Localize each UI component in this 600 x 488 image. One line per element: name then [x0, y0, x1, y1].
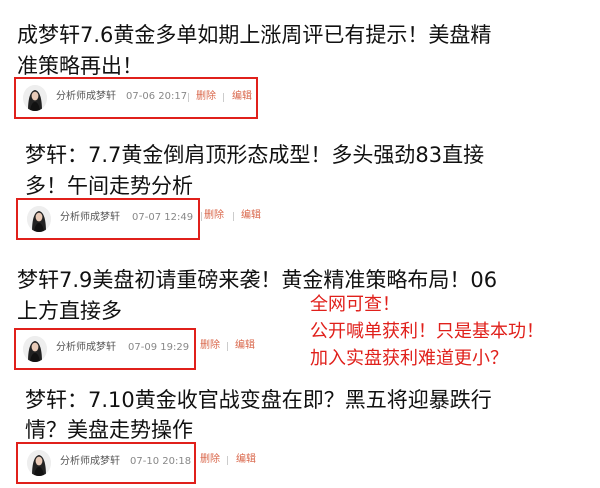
- author-avatar: [27, 206, 51, 232]
- annotation-line3: 加入实盘获利难道更小？: [310, 348, 508, 369]
- delete-button[interactable]: 删除: [200, 453, 220, 467]
- post-time: 07-10 20:18: [130, 456, 192, 467]
- meta-divider: [227, 342, 228, 351]
- delete-button[interactable]: 删除: [204, 209, 224, 223]
- meta-divider: [223, 93, 224, 102]
- post-time: 07-06 20:17: [126, 91, 188, 102]
- delete-button[interactable]: 删除: [196, 90, 216, 104]
- post-title-line2[interactable]: 上方直接多: [17, 297, 122, 326]
- author-name[interactable]: 分析师成梦轩: [60, 455, 120, 469]
- promo-annotation: 全网可查！ 公开喊单获利！只是基本功！ 加入实盘获利难道更小？: [310, 291, 600, 372]
- post-title-line1[interactable]: 成梦轩7.6黄金多单如期上涨周评已有提示！美盘精: [17, 21, 491, 50]
- meta-divider: [201, 212, 202, 221]
- edit-button[interactable]: 编辑: [241, 209, 261, 223]
- edit-button[interactable]: 编辑: [235, 339, 255, 353]
- post-title-line2[interactable]: 情？美盘走势操作: [25, 416, 193, 445]
- post-meta-highlight: 分析师成梦轩 07-06 20:17 删除 编辑: [14, 77, 258, 119]
- post-time: 07-09 19:29: [128, 342, 190, 353]
- author-name[interactable]: 分析师成梦轩: [56, 90, 116, 104]
- edit-button[interactable]: 编辑: [236, 453, 256, 467]
- annotation-line1: 全网可查！: [310, 294, 400, 315]
- author-name[interactable]: 分析师成梦轩: [56, 341, 116, 355]
- post-time: 07-07 12:49: [132, 212, 194, 223]
- annotation-line2: 公开喊单获利！只是基本功！: [310, 321, 544, 342]
- author-name[interactable]: 分析师成梦轩: [60, 211, 120, 225]
- post-title-line1[interactable]: 梦轩：7.10黄金收官战变盘在即？黑五将迎暴跌行: [25, 386, 492, 415]
- author-avatar: [27, 450, 51, 476]
- author-avatar: [23, 85, 47, 111]
- meta-divider: [227, 456, 228, 465]
- post-meta-highlight: 分析师成梦轩 07-07 12:49: [16, 198, 200, 240]
- post-meta-highlight: 分析师成梦轩 07-10 20:18: [16, 442, 196, 484]
- meta-divider: [188, 93, 189, 102]
- post-title-line2[interactable]: 多！午间走势分析: [25, 172, 193, 201]
- edit-button[interactable]: 编辑: [232, 90, 252, 104]
- post-meta-highlight: 分析师成梦轩 07-09 19:29: [14, 328, 196, 370]
- post-title-line1[interactable]: 梦轩：7.7黄金倒肩顶形态成型！多头强劲83直接: [25, 141, 484, 170]
- screenshot-collage: 成梦轩7.6黄金多单如期上涨周评已有提示！美盘精 准策略再出！ 分析师成梦轩 0…: [0, 0, 600, 488]
- author-avatar: [23, 336, 47, 362]
- meta-divider: [233, 212, 234, 221]
- delete-button[interactable]: 删除: [200, 339, 220, 353]
